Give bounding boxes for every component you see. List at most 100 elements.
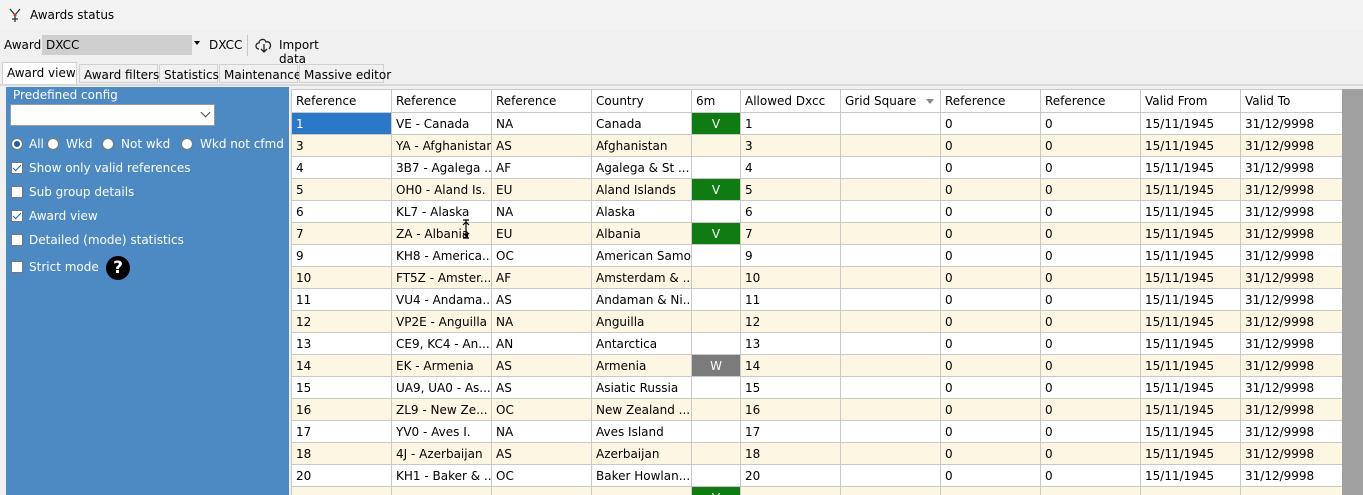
table-cell[interactable]: 4 <box>740 156 841 179</box>
col-header-6m[interactable]: 6m <box>691 89 741 113</box>
table-cell[interactable]: 15/11/1945 <box>1140 332 1241 355</box>
table-cell[interactable]: 31/12/9998 <box>1240 442 1343 465</box>
table-cell[interactable] <box>840 442 941 465</box>
table-cell[interactable]: AF <box>491 266 592 289</box>
table-cell[interactable] <box>840 200 941 223</box>
table-cell[interactable]: 15/11/1945 <box>1140 354 1241 377</box>
table-cell[interactable]: 0 <box>940 244 1041 267</box>
table-row[interactable]: 5 OH0 - Aland Is. EU Aland Islands V 5 0 0 15/11… <box>291 178 1343 201</box>
table-cell[interactable]: 0 <box>940 332 1041 355</box>
table-cell[interactable]: American Samoa <box>591 244 692 267</box>
question-icon[interactable]: ? <box>106 256 130 280</box>
col-header-reference-continent[interactable]: Reference <box>491 89 592 113</box>
col-header-reference-9[interactable]: Reference <box>1040 89 1141 113</box>
tab-massive-editor[interactable]: Massive editor <box>299 64 391 83</box>
table-cell[interactable] <box>691 200 741 223</box>
table-cell[interactable]: 31/12/9998 <box>1240 266 1343 289</box>
table-cell[interactable]: EU <box>491 178 592 201</box>
table-cell[interactable] <box>840 398 941 421</box>
table-cell[interactable] <box>840 134 941 157</box>
table-row[interactable]: 4 3B7 - Agalega ... AF Agalega & St ... 4 0 0 1… <box>291 156 1343 179</box>
table-cell[interactable] <box>691 376 741 399</box>
table-cell[interactable]: AS <box>491 354 592 377</box>
table-row[interactable]: 18 4J - Azerbaijan AS Azerbaijan 18 0 0 15/11/1… <box>291 442 1343 465</box>
chevron-down-icon[interactable] <box>194 41 200 45</box>
table-cell[interactable] <box>691 398 741 421</box>
table-cell[interactable]: 0 <box>1040 200 1141 223</box>
table-cell[interactable]: 13 <box>291 332 392 355</box>
table-cell[interactable]: 3 <box>291 134 392 157</box>
table-cell[interactable]: New Zealand ... <box>591 398 692 421</box>
table-cell[interactable] <box>840 222 941 245</box>
tab-maintenance[interactable]: Maintenance <box>219 64 301 83</box>
table-cell[interactable]: YA - Afghanistan <box>391 134 492 157</box>
table-cell[interactable]: 15/11/1945 <box>1140 200 1241 223</box>
table-cell[interactable]: ZA - Albania <box>391 222 492 245</box>
table-cell[interactable]: EK - Armenia <box>391 354 492 377</box>
table-cell[interactable]: 3 <box>740 134 841 157</box>
table-cell[interactable] <box>1040 486 1141 495</box>
table-cell[interactable]: YV0 - Aves I. <box>391 420 492 443</box>
table-cell[interactable]: 31/12/9998 <box>1240 200 1343 223</box>
table-cell[interactable]: 0 <box>940 376 1041 399</box>
table-cell[interactable]: KL7 - Alaska <box>391 200 492 223</box>
table-cell[interactable]: 31/12/9998 <box>1240 398 1343 421</box>
table-cell[interactable] <box>691 332 741 355</box>
col-header-reference[interactable]: Reference <box>291 89 392 113</box>
table-cell[interactable]: NA <box>491 310 592 333</box>
table-cell[interactable]: 0 <box>940 222 1041 245</box>
table-cell[interactable]: 16 <box>291 398 392 421</box>
table-cell[interactable]: 15/11/1945 <box>1140 310 1241 333</box>
table-cell[interactable]: 20 <box>740 464 841 487</box>
table-cell[interactable]: UA9, UA0 - As... <box>391 376 492 399</box>
table-row[interactable]: 7 ZA - Albania EU Albania V 7 0 0 15/11/1945 31/1… <box>291 222 1343 245</box>
table-cell[interactable]: OC <box>491 398 592 421</box>
sub-group-checkbox[interactable] <box>11 186 23 198</box>
radio-wkd-not-cfmd-label[interactable]: Wkd not cfmd <box>200 137 284 151</box>
table-cell[interactable]: Aves Island <box>591 420 692 443</box>
table-cell[interactable]: 9 <box>291 244 392 267</box>
table-cell[interactable]: VE - Canada <box>391 112 492 135</box>
table-cell[interactable]: 17 <box>740 420 841 443</box>
table-cell[interactable]: KH1 - Baker & ... <box>391 464 492 487</box>
table-cell[interactable]: 31/12/9998 <box>1240 222 1343 245</box>
table-row[interactable]: 6 KL7 - Alaska NA Alaska 6 0 0 15/11/1945 31/12/… <box>291 200 1343 223</box>
table-cell[interactable]: 11 <box>740 288 841 311</box>
table-cell[interactable] <box>591 486 692 495</box>
table-cell[interactable]: 0 <box>940 420 1041 443</box>
table-cell[interactable] <box>691 288 741 311</box>
table-cell[interactable] <box>940 486 1041 495</box>
table-cell[interactable]: CE9, KC4 - An... <box>391 332 492 355</box>
tab-award-filters[interactable]: Award filters <box>79 64 159 83</box>
table-cell[interactable]: 4J - Azerbaijan <box>391 442 492 465</box>
radio-all[interactable] <box>11 138 23 150</box>
table-cell[interactable]: 0 <box>940 200 1041 223</box>
table-row[interactable]: 10 FT5Z - Amster... AF Amsterdam & ... 10 0 0 1… <box>291 266 1343 289</box>
table-cell[interactable]: OC <box>491 244 592 267</box>
award-view-checkbox[interactable] <box>11 210 23 222</box>
table-cell[interactable] <box>740 486 841 495</box>
table-cell[interactable]: 0 <box>940 354 1041 377</box>
table-cell[interactable]: Baker Howlan... <box>591 464 692 487</box>
col-header-reference-name[interactable]: Reference <box>391 89 492 113</box>
table-cell[interactable] <box>691 134 741 157</box>
table-cell[interactable]: 1 <box>740 112 841 135</box>
table-cell[interactable]: 15/11/1945 <box>1140 398 1241 421</box>
table-cell[interactable]: NA <box>491 420 592 443</box>
predefined-config-select[interactable] <box>10 104 215 126</box>
table-cell[interactable]: W <box>691 354 741 377</box>
table-cell[interactable]: 15/11/1945 <box>1140 244 1241 267</box>
table-row[interactable]: 12 VP2E - Anguilla NA Anguilla 12 0 0 15/11/194… <box>291 310 1343 333</box>
table-row[interactable]: 17 YV0 - Aves I. NA Aves Island 17 0 0 15/11/19… <box>291 420 1343 443</box>
table-cell[interactable]: 13 <box>740 332 841 355</box>
table-cell[interactable]: 6 <box>291 200 392 223</box>
table-cell[interactable]: 15/11/1945 <box>1140 222 1241 245</box>
table-row[interactable]: 1 VE - Canada NA Canada V 1 0 0 15/11/1945 31/12/… <box>291 112 1343 135</box>
detailed-stats-checkbox[interactable] <box>11 234 23 246</box>
grid-scrollbar[interactable] <box>1342 89 1363 495</box>
table-cell[interactable]: 18 <box>740 442 841 465</box>
sub-group-label[interactable]: Sub group details <box>29 185 134 199</box>
table-row[interactable]: 9 KH8 - America... OC American Samoa 9 0 0 15/1… <box>291 244 1343 267</box>
table-cell[interactable]: 20 <box>291 464 392 487</box>
table-cell[interactable]: V <box>691 222 741 245</box>
